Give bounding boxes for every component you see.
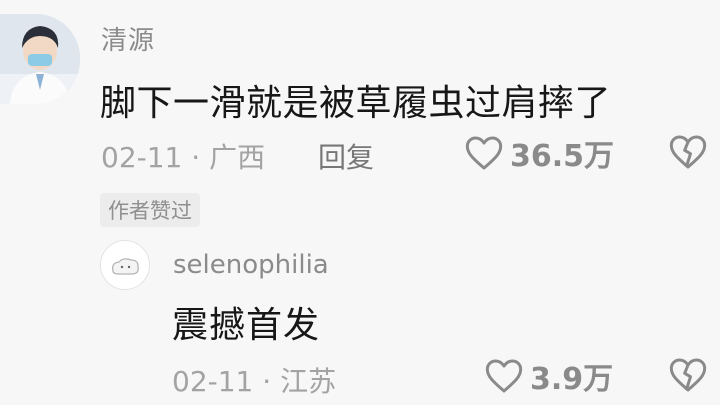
comment-date: 02-11 xyxy=(101,141,183,174)
reply-location: 江苏 xyxy=(280,365,337,398)
reply-dislike-button[interactable] xyxy=(668,356,708,394)
comment-location: 广西 xyxy=(209,141,266,174)
reply-avatar-image xyxy=(101,241,149,289)
reply-username[interactable]: selenophilia xyxy=(173,250,329,280)
reply-text: 震撼首发 xyxy=(172,305,321,346)
like-button[interactable]: 36.5万 xyxy=(464,133,615,174)
username[interactable]: 清源 xyxy=(101,20,155,57)
reply-button[interactable]: 回复 xyxy=(318,136,374,176)
meta-separator: · xyxy=(191,141,201,174)
comment-meta: 02-11 · 广西 xyxy=(101,136,265,176)
comment-text: 脚下一滑就是被草履虫过肩摔了 xyxy=(100,83,612,124)
like-count: 36.5万 xyxy=(510,139,615,174)
reply-date: 02-11 xyxy=(172,365,254,398)
author-liked-badge: 作者赞过 xyxy=(100,193,200,227)
meta-separator: · xyxy=(262,365,272,398)
reply-like-count: 3.9万 xyxy=(530,362,614,397)
dislike-button[interactable] xyxy=(668,133,708,171)
heart-outline-icon xyxy=(484,357,524,395)
reply-like-button[interactable]: 3.9万 xyxy=(484,356,614,397)
heart-outline-icon xyxy=(464,134,504,172)
reply-avatar[interactable] xyxy=(100,240,150,290)
broken-heart-icon xyxy=(668,356,708,394)
avatar-image xyxy=(0,14,80,104)
avatar[interactable] xyxy=(0,14,80,104)
reply-meta: 02-11 · 江苏 xyxy=(172,360,336,400)
broken-heart-icon xyxy=(668,133,708,171)
